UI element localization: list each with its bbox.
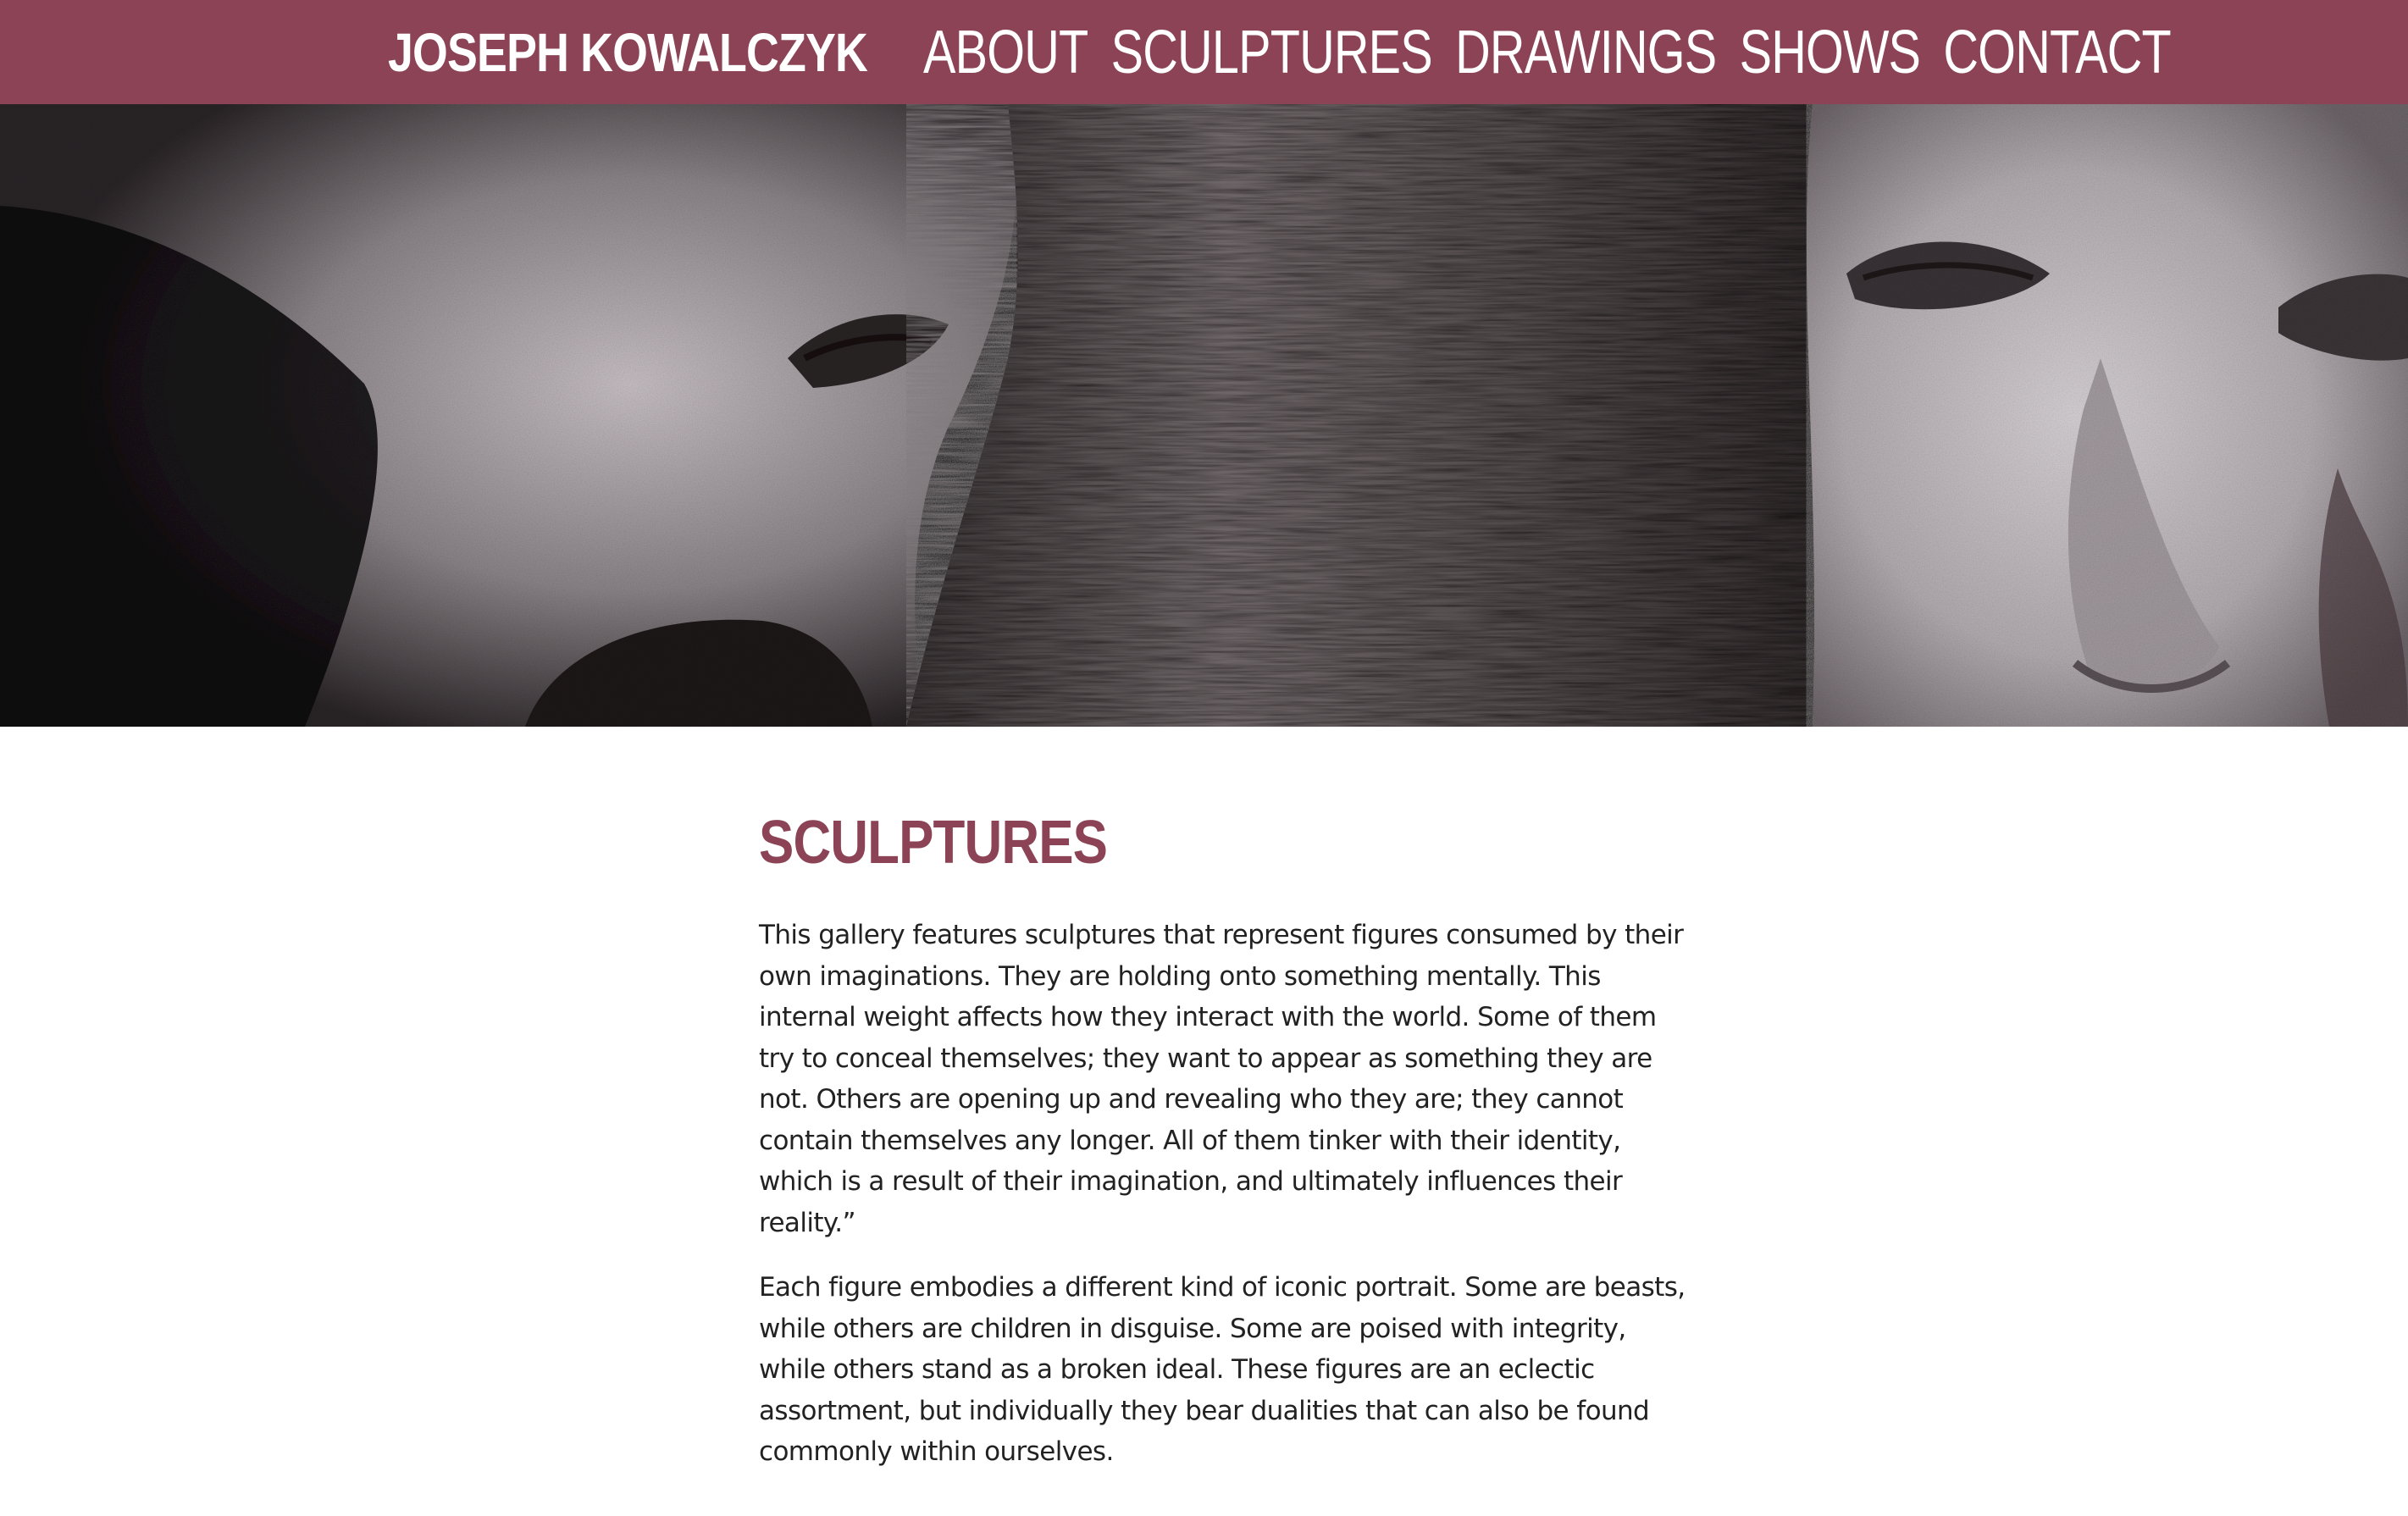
body-paragraph: Each figure embodies a different kind of… xyxy=(759,1272,1686,1467)
page-title: SCULPTURES xyxy=(759,809,1108,877)
nav-link-contact[interactable]: CONTACT xyxy=(1943,10,2171,95)
site-header: JOSEPH KOWALCZYK ABOUT SCULPTURES DRAWIN… xyxy=(0,0,2408,104)
main-content: SCULPTURES This gallery features sculptu… xyxy=(759,805,1691,1473)
main-nav: ABOUT SCULPTURES DRAWINGS SHOWS CONTACT xyxy=(923,10,2172,95)
nav-link-drawings[interactable]: DRAWINGS xyxy=(1455,10,1717,95)
nav-link-shows[interactable]: SHOWS xyxy=(1740,10,1921,95)
intro-paragraph: This gallery features sculptures that re… xyxy=(759,920,1684,1238)
nav-link-about[interactable]: ABOUT xyxy=(923,10,1088,95)
nav-link-sculptures[interactable]: SCULPTURES xyxy=(1111,10,1433,95)
hero-image xyxy=(0,104,2408,727)
site-logo-link[interactable]: JOSEPH KOWALCZYK xyxy=(388,10,868,95)
